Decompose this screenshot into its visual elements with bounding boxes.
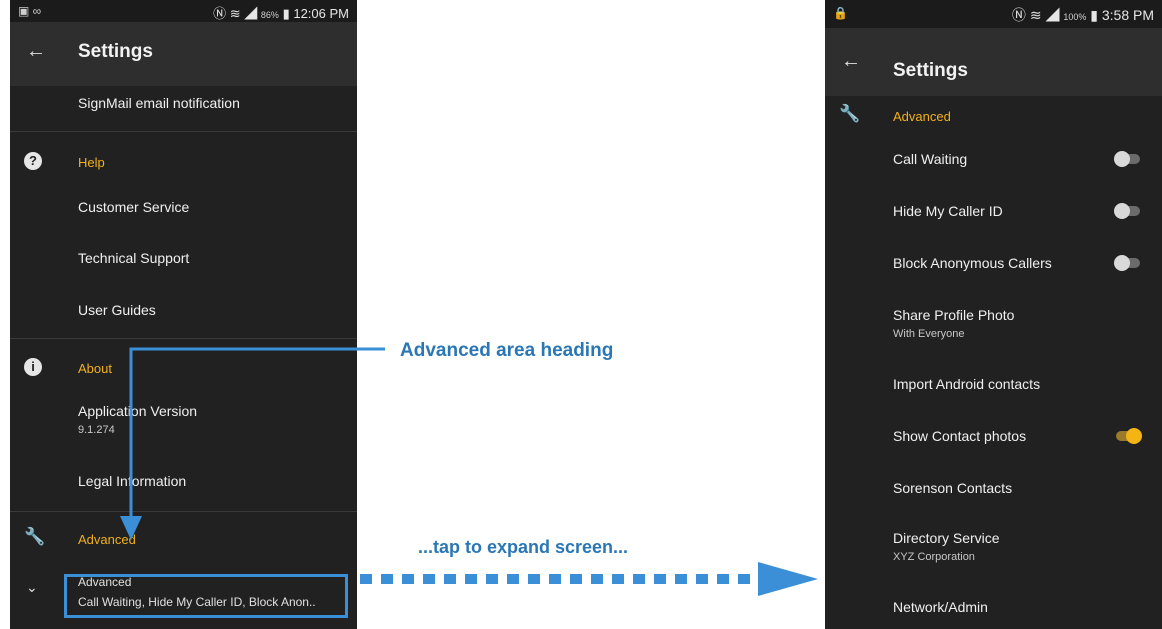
callout-arrows — [120, 347, 818, 596]
expand-arrowhead — [758, 562, 818, 596]
tap-to-expand-callout: ...tap to expand screen... — [418, 537, 629, 557]
heading-callout-line — [129, 347, 385, 522]
heading-callout-arrowhead — [120, 516, 142, 540]
advanced-heading-callout: Advanced area heading — [400, 340, 614, 361]
